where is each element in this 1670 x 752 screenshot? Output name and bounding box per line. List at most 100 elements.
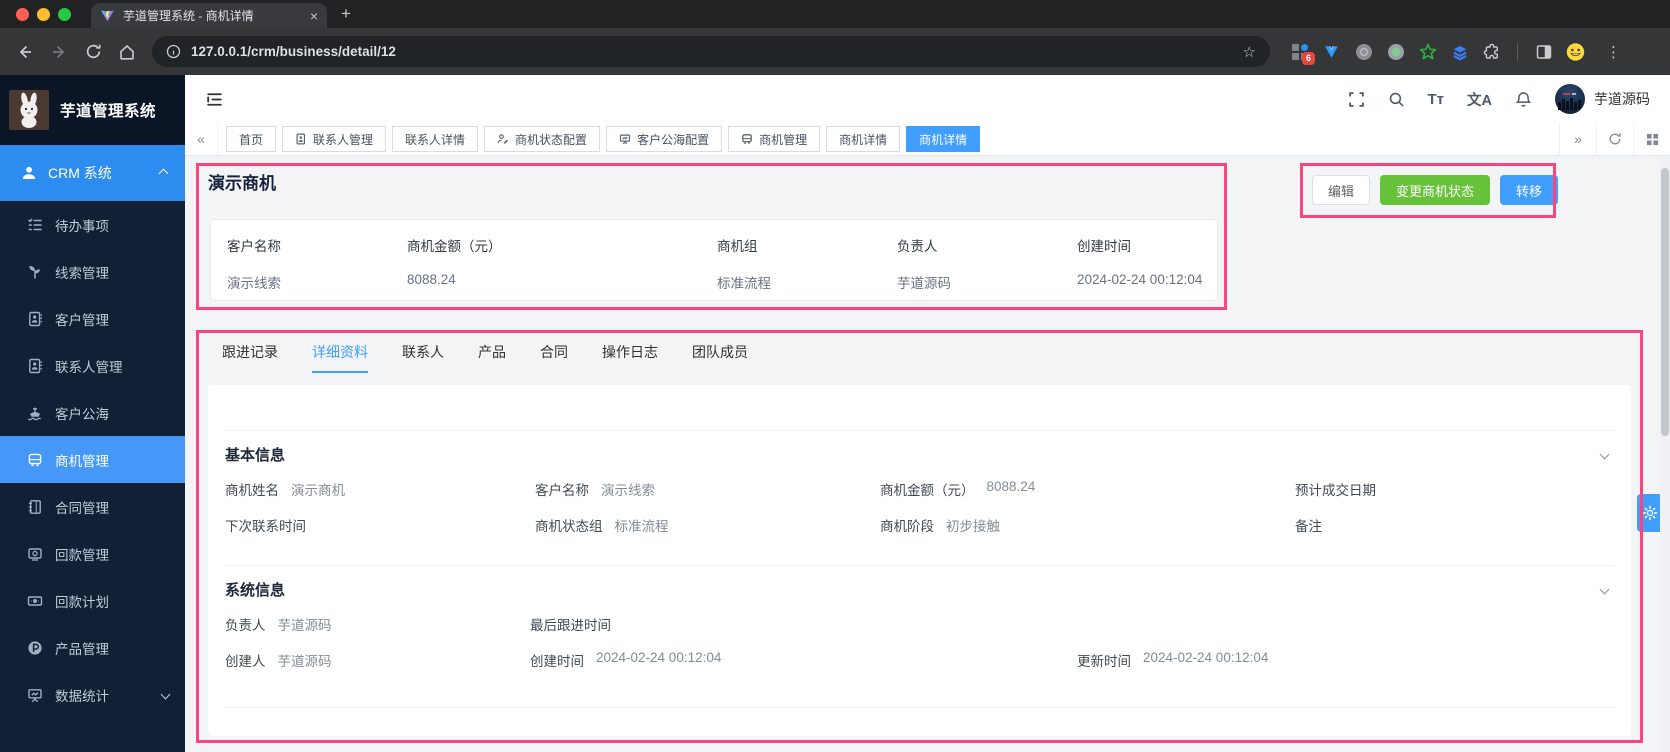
system-info-header[interactable]: 系统信息 [225, 566, 1614, 612]
brand-title: 芋道管理系统 [60, 103, 157, 120]
pinned-extension-icon[interactable]: 6 [1290, 42, 1315, 65]
change-status-button[interactable]: 变更商机状态 [1380, 175, 1491, 205]
tab-contracts[interactable]: 合同 [540, 342, 568, 373]
window-controls[interactable] [16, 7, 71, 21]
ship-icon [27, 405, 44, 421]
chevron-down-icon[interactable] [1599, 449, 1610, 459]
tab-close-icon[interactable]: × [310, 9, 318, 23]
vite-favicon-icon [100, 8, 115, 23]
site-info-icon[interactable] [166, 44, 181, 59]
sidebar-item-customers[interactable]: 客户管理 [0, 295, 185, 342]
side-panel-icon[interactable] [1534, 42, 1553, 61]
user-icon [21, 165, 37, 181]
window-zoom-button[interactable] [58, 7, 71, 21]
scrollbar-thumb[interactable] [1661, 168, 1669, 436]
field-label: 负责人 [225, 618, 266, 633]
browser-menu-icon[interactable]: ⋮ [1606, 43, 1621, 61]
summary-field: 创建时间 2024-02-24 00:12:04 [1077, 235, 1217, 300]
address-book-icon [295, 133, 307, 145]
field-label: 商机金额（元） [407, 239, 502, 254]
user-menu[interactable]: 芋道源码 [1555, 84, 1650, 114]
sidebar-item-receivables[interactable]: 回款管理 [0, 530, 185, 577]
fullscreen-icon[interactable] [1348, 91, 1365, 108]
bookmark-star-icon[interactable]: ☆ [1243, 43, 1256, 61]
refresh-icon[interactable] [1596, 123, 1633, 155]
tag-contact-detail[interactable]: 联系人详情 [392, 126, 479, 152]
locale-icon[interactable]: 文A [1467, 89, 1492, 110]
notebook-icon [27, 499, 44, 515]
notification-bell-icon[interactable] [1515, 91, 1532, 108]
tab-detail-info[interactable]: 详细资料 [312, 342, 368, 373]
window-close-button[interactable] [16, 7, 29, 21]
tag-contact-manage[interactable]: 联系人管理 [282, 126, 387, 152]
tag-business-detail-active[interactable]: 商机详情 [906, 126, 981, 152]
system-info-fields: 负责人 芋道源码 最后跟进时间 创建人 芋道源码 创建时间 2024-02-24 00… [225, 612, 1614, 707]
sidebar-item-label: 产品管理 [55, 641, 109, 657]
field-value: 标准流程 [717, 276, 771, 291]
field-label: 客户名称 [227, 239, 281, 254]
tab-products[interactable]: 产品 [478, 342, 506, 373]
tag-label: 商机详情 [919, 132, 968, 147]
recorder-extension-icon[interactable] [1386, 42, 1405, 61]
sidebar-item-leads[interactable]: 线索管理 [0, 248, 185, 295]
tab-operation-log[interactable]: 操作日志 [602, 342, 658, 373]
address-book-icon [27, 358, 44, 374]
sidebar-item-receivable-plan[interactable]: 回款计划 [0, 577, 185, 624]
profile-avatar-icon[interactable] [1566, 42, 1585, 61]
url-text[interactable]: 127.0.0.1/crm/business/detail/12 [191, 44, 1233, 59]
layout-grid-icon[interactable] [1633, 123, 1670, 155]
page-scrollbar[interactable] [1660, 156, 1670, 752]
sidebar-item-contracts[interactable]: 合同管理 [0, 483, 185, 530]
sidebar-collapse-icon[interactable] [205, 90, 224, 109]
forward-icon[interactable] [44, 37, 74, 67]
field-value: 2024-02-24 00:12:04 [1143, 650, 1269, 665]
system-info-section: 系统信息 负责人 芋道源码 最后跟进时间 创建人 芋道源码 创建时间 2024-02-… [225, 565, 1614, 708]
basic-info-header[interactable]: 基本信息 [225, 431, 1614, 477]
tab-contacts[interactable]: 联系人 [402, 342, 444, 373]
tag-business-detail[interactable]: 商机详情 [826, 126, 901, 152]
extensions-row: 6 ⋮ [1290, 42, 1621, 65]
tag-status-config[interactable]: 商机状态配置 [484, 126, 601, 152]
tag-home[interactable]: 首页 [226, 126, 277, 152]
blue-layers-extension-icon[interactable] [1450, 42, 1469, 61]
sidebar-item-products[interactable]: 产品管理 [0, 624, 185, 671]
tag-sea-config[interactable]: 客户公海配置 [606, 126, 723, 152]
chevron-down-icon[interactable] [1599, 584, 1610, 594]
tab-team-members[interactable]: 团队成员 [692, 342, 748, 373]
sidebar-item-statistics[interactable]: 数据统计 [0, 671, 185, 718]
section-title: 系统信息 [225, 581, 286, 599]
field-value: 芋道源码 [277, 654, 332, 669]
tab-follow-records[interactable]: 跟进记录 [222, 342, 278, 373]
window-minimize-button[interactable] [37, 7, 50, 21]
sidebar-item-todo[interactable]: 待办事项 [0, 201, 185, 248]
header-actions: Tт 文A 芋道源码 [1348, 84, 1650, 114]
url-bar[interactable]: 127.0.0.1/crm/business/detail/12 ☆ [152, 36, 1270, 67]
page-title: 演示商机 [208, 174, 276, 193]
sidebar-section-crm[interactable]: CRM 系统 [0, 145, 185, 201]
home-icon[interactable] [112, 37, 142, 67]
field-label: 预计成交日期 [1295, 483, 1376, 498]
gray-extension-icon[interactable] [1354, 42, 1373, 61]
sidebar-item-public-sea[interactable]: 客户公海 [0, 389, 185, 436]
sidebar-menu: 待办事项 线索管理 客户管理 联系人管理 客户公海 商机管理 合同管理 回款管理… [0, 201, 185, 752]
green-star-extension-icon[interactable] [1418, 42, 1437, 61]
edit-button[interactable]: 编辑 [1312, 175, 1371, 205]
extensions-puzzle-icon[interactable] [1482, 42, 1501, 61]
tags-scroll-right-button[interactable]: » [1559, 123, 1596, 155]
font-size-icon[interactable]: Tт [1428, 91, 1445, 108]
sidebar-item-business[interactable]: 商机管理 [0, 436, 185, 483]
search-icon[interactable] [1388, 91, 1405, 108]
sidebar-logo-row[interactable]: 芋道管理系统 [0, 75, 185, 145]
field-value: 演示商机 [291, 483, 345, 498]
sidebar-item-contacts[interactable]: 联系人管理 [0, 342, 185, 389]
vue-devtools-icon[interactable] [1322, 42, 1341, 61]
field-value: 2024-02-24 00:12:04 [1077, 272, 1203, 287]
reload-icon[interactable] [78, 37, 108, 67]
new-tab-button[interactable]: + [341, 4, 351, 24]
transfer-button[interactable]: 转移 [1500, 175, 1559, 205]
tags-scroll-left-button[interactable]: « [185, 123, 218, 155]
tag-business-manage[interactable]: 商机管理 [728, 126, 821, 152]
browser-tab[interactable]: 芋道管理系统 - 商机详情 × [91, 3, 327, 28]
app-header: Tт 文A 芋道源码 [185, 75, 1670, 123]
back-icon[interactable] [10, 37, 40, 67]
